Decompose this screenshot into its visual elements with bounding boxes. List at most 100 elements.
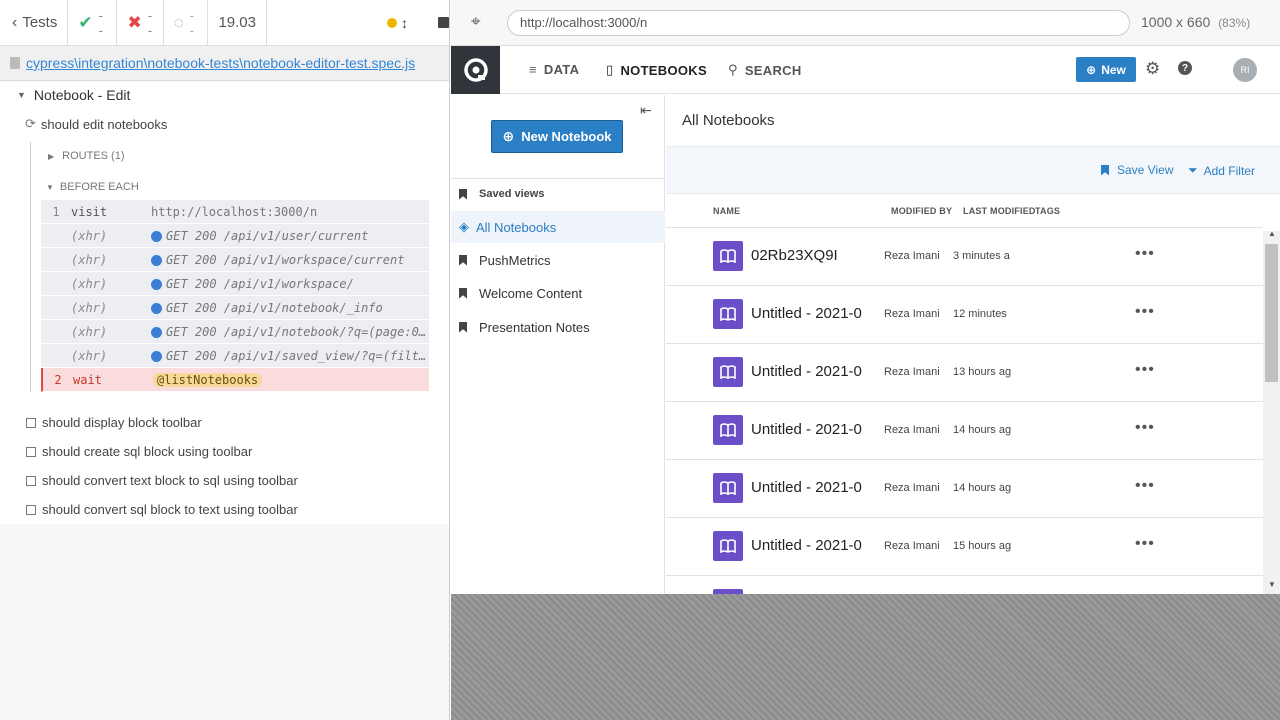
notebook-row[interactable]: 02Rb23XQ9I Reza Imani 3 minutes a ••• — [666, 228, 1263, 286]
notebook-title[interactable]: Untitled - 2021-0 — [751, 363, 877, 380]
routes-toggle[interactable]: ▶ ROUTES (1) — [48, 150, 125, 162]
column-header-tags[interactable]: TAGS — [1035, 206, 1060, 216]
more-options-icon[interactable]: ••• — [1135, 535, 1155, 553]
command-message: GET 200 /api/v1/workspace/ — [166, 276, 354, 291]
tests-back-button[interactable]: ‹ Tests — [0, 0, 69, 46]
bookmark-icon — [459, 321, 467, 333]
notebook-row[interactable]: Untitled - 2021-0 Reza Imani 14 hours ag ••… — [666, 402, 1263, 460]
command-message: GET 200 /api/v1/user/current — [166, 228, 369, 243]
command-name: (xhr) — [71, 276, 108, 291]
command-row-xhr[interactable]: (xhr) GET 200 /api/v1/notebook/_info — [41, 296, 429, 320]
column-header-name[interactable]: NAME — [713, 206, 740, 216]
xhr-status-icon — [151, 278, 162, 290]
notebook-row[interactable]: Untitled - 2021-0 Reza Imani 13 hours ag ••… — [666, 344, 1263, 402]
nav-search[interactable]: ⚲ SEARCH — [728, 62, 802, 78]
command-message: GET 200 /api/v1/notebook/?q=(page:0,pa… — [166, 324, 429, 339]
notebook-row[interactable]: Untitled - 2021-0 Reza Imani 12 minutes ••• — [666, 286, 1263, 344]
scroll-thumb[interactable] — [1265, 244, 1278, 382]
avatar[interactable]: RI — [1233, 58, 1257, 82]
sidebar-item-welcome-content[interactable]: Welcome Content — [451, 277, 665, 309]
command-number: 1 — [52, 204, 60, 219]
more-options-icon[interactable]: ••• — [1135, 419, 1155, 437]
main-content: All Notebooks Save View ⏷ Add Filter NAM… — [666, 95, 1280, 594]
command-row-xhr[interactable]: (xhr) GET 200 /api/v1/saved_view/?q=(filt… — [41, 344, 429, 368]
scrollbar[interactable]: ▲ ▼ — [1263, 229, 1280, 594]
notebook-row[interactable]: Untitled - 2021-0 Reza Imani 15 hours ag ••… — [666, 518, 1263, 576]
notebook-modified-by: Reza Imani — [884, 308, 940, 320]
pending-checkbox-icon — [26, 504, 36, 515]
alias-badge: @listNotebooks — [153, 372, 263, 387]
gear-icon[interactable]: ⚙ — [1145, 59, 1160, 79]
spec-file-bar: cypress\integration\notebook-tests\noteb… — [0, 46, 449, 81]
pending-checkbox-icon — [26, 417, 36, 428]
column-header-modified-by[interactable]: MODIFIED BY — [891, 206, 952, 216]
notebook-row[interactable]: Untitled - 2021-0 Reza Imani 14 hours ag ••… — [666, 460, 1263, 518]
suite-title[interactable]: ▼ Notebook - Edit — [17, 87, 130, 103]
sidebar-item-pushmetrics[interactable]: PushMetrics — [451, 244, 665, 276]
pending-circle-icon: ◌ — [173, 12, 184, 32]
app-under-test: ≡ DATA ▯ NOTEBOOKS ⚲ SEARCH ⊕ New ⚙ ? RI… — [451, 46, 1280, 594]
suite-panel: ▼ Notebook - Edit ⟳ should edit notebook… — [0, 82, 449, 524]
scroll-toggle-icon[interactable]: ↕ — [401, 15, 408, 31]
sidebar: ⇤ ⊕ New Notebook Saved views ◈ All Noteb… — [451, 95, 665, 594]
command-row-xhr[interactable]: (xhr) GET 200 /api/v1/workspace/ — [41, 272, 429, 296]
new-notebook-button[interactable]: ⊕ New Notebook — [491, 120, 623, 153]
more-options-icon[interactable]: ••• — [1135, 245, 1155, 263]
command-name: (xhr) — [71, 228, 108, 243]
sidebar-item-presentation-notes[interactable]: Presentation Notes — [451, 311, 665, 343]
pending-test-1[interactable]: should display block toolbar — [26, 415, 202, 430]
xhr-status-icon — [151, 326, 162, 338]
notebook-icon — [713, 299, 743, 329]
notebook-title[interactable]: Untitled - 2021-0 — [751, 537, 877, 554]
app-logo[interactable] — [451, 46, 500, 94]
bookmark-icon — [459, 287, 467, 299]
xhr-status-icon — [151, 350, 162, 362]
command-row-xhr[interactable]: (xhr) GET 200 /api/v1/notebook/?q=(page:0… — [41, 320, 429, 344]
more-options-icon[interactable]: ••• — [1135, 361, 1155, 379]
column-header-last-modified[interactable]: LAST MODIFIED — [963, 206, 1036, 216]
collapse-sidebar-icon[interactable]: ⇤ — [640, 102, 652, 119]
sidebar-item-all-notebooks[interactable]: ◈ All Notebooks — [451, 211, 665, 243]
notebook-title[interactable]: Untitled - 2021-0 — [751, 305, 877, 322]
notebook-title[interactable]: Untitled - 2021-0 — [751, 479, 877, 496]
pending-test-3[interactable]: should convert text block to sql using t… — [26, 473, 298, 488]
add-filter-button[interactable]: ⏷ Add Filter — [1188, 163, 1255, 178]
cross-icon: ✖ — [127, 12, 142, 32]
plus-circle-icon: ⊕ — [502, 128, 515, 144]
check-icon: ✔ — [78, 12, 93, 32]
pending-test-2[interactable]: should create sql block using toolbar — [26, 444, 252, 459]
nav-data[interactable]: ≡ DATA — [529, 62, 579, 77]
notebook-row[interactable] — [666, 576, 1263, 594]
command-row-xhr[interactable]: (xhr) GET 200 /api/v1/user/current — [41, 224, 429, 248]
notebook-title[interactable]: Untitled - 2021-0 — [751, 421, 877, 438]
url-bar[interactable]: http://localhost:3000/n — [507, 10, 1130, 36]
test-title[interactable]: ⟳ should edit notebooks — [25, 116, 167, 132]
nav-notebooks[interactable]: ▯ NOTEBOOKS — [606, 62, 707, 78]
stop-button[interactable] — [438, 17, 449, 28]
more-options-icon[interactable]: ••• — [1135, 303, 1155, 321]
notebook-title[interactable]: 02Rb23XQ9I — [751, 247, 877, 264]
caret-down-icon: ▼ — [17, 90, 26, 100]
command-message: http://localhost:3000/n — [151, 204, 318, 219]
open-book-icon — [720, 307, 736, 321]
before-each-toggle[interactable]: ▼ BEFORE EACH — [46, 181, 139, 193]
running-indicator-icon — [387, 17, 397, 28]
more-options-icon[interactable]: ••• — [1135, 477, 1155, 495]
new-button[interactable]: ⊕ New — [1076, 57, 1136, 82]
caret-right-icon: ▶ — [48, 151, 55, 161]
browser-bar: ⌖ http://localhost:3000/n 1000 x 660 (83… — [451, 0, 1280, 46]
help-icon[interactable]: ? — [1178, 61, 1192, 75]
selector-playground-icon[interactable]: ⌖ — [471, 12, 481, 32]
command-row-wait[interactable]: 2 wait @listNotebooks — [41, 368, 429, 392]
open-book-icon — [720, 423, 736, 437]
command-row-visit[interactable]: 1 visit http://localhost:3000/n — [41, 200, 429, 224]
command-row-xhr[interactable]: (xhr) GET 200 /api/v1/workspace/current — [41, 248, 429, 272]
bookmark-icon — [459, 188, 467, 200]
save-view-button[interactable]: Save View — [1101, 163, 1173, 177]
command-number: 2 — [54, 372, 62, 387]
notebook-modified-by: Reza Imani — [884, 482, 940, 494]
pending-test-4[interactable]: should convert sql block to text using t… — [26, 502, 298, 517]
passed-count: ✔ -- — [68, 0, 118, 46]
failed-count: ✖ -- — [117, 0, 164, 46]
spec-path-link[interactable]: cypress\integration\notebook-tests\noteb… — [26, 55, 415, 71]
